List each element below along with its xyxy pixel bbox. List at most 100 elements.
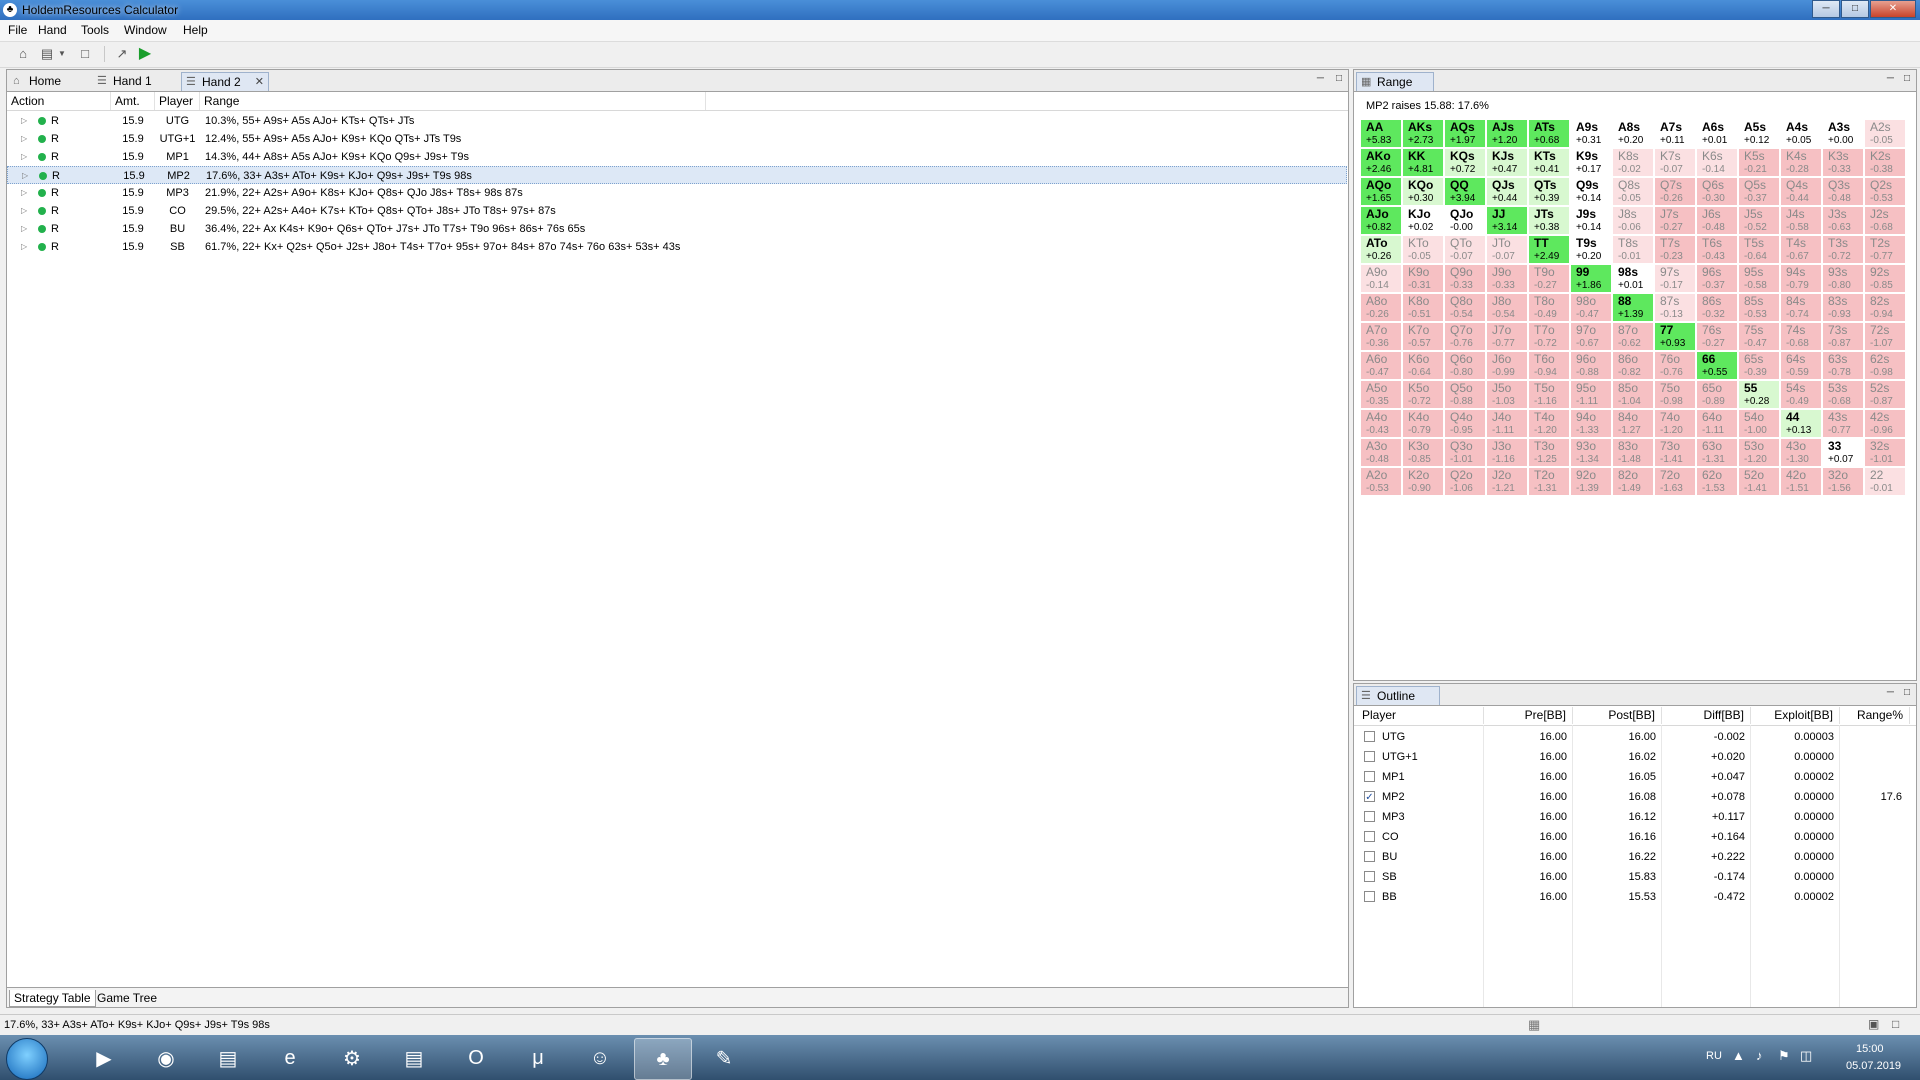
hand-cell[interactable]: 73s -0.87: [1822, 322, 1864, 351]
hand-cell[interactable]: K6o -0.64: [1402, 351, 1444, 380]
hand-cell[interactable]: 96s -0.37: [1696, 264, 1738, 293]
hand-cell[interactable]: 73o -1.41: [1654, 438, 1696, 467]
player-checkbox[interactable]: ✓: [1364, 791, 1375, 803]
player-checkbox[interactable]: [1364, 771, 1375, 782]
tab-game-tree[interactable]: Game Tree: [93, 990, 161, 1006]
hand-cell[interactable]: 88 +1.39: [1612, 293, 1654, 322]
hand-cell[interactable]: KTs +0.41: [1528, 148, 1570, 177]
hand-cell[interactable]: 98o -0.47: [1570, 293, 1612, 322]
hand-cell[interactable]: A5s +0.12: [1738, 119, 1780, 148]
outline-row[interactable]: MP3 16.00 16.12 +0.117 0.00000: [1354, 807, 1914, 827]
hand-cell[interactable]: Q7o -0.76: [1444, 322, 1486, 351]
hand-cell[interactable]: Q2s -0.53: [1864, 177, 1906, 206]
status-maximize-icon[interactable]: □: [1892, 1017, 1899, 1031]
hand-cell[interactable]: 87s -0.13: [1654, 293, 1696, 322]
hand-cell[interactable]: 63o -1.31: [1696, 438, 1738, 467]
hand-cell[interactable]: Q4s -0.44: [1780, 177, 1822, 206]
outline-row[interactable]: UTG+1 16.00 16.02 +0.020 0.00000: [1354, 747, 1914, 767]
hand-cell[interactable]: 65o -0.89: [1696, 380, 1738, 409]
hand-cell[interactable]: 74o -1.20: [1654, 409, 1696, 438]
hand-cell[interactable]: T9s +0.20: [1570, 235, 1612, 264]
hand-cell[interactable]: 97o -0.67: [1570, 322, 1612, 351]
hand-cell[interactable]: 55 +0.28: [1738, 380, 1780, 409]
hand-cell[interactable]: 82o -1.49: [1612, 467, 1654, 496]
hand-cell[interactable]: Q2o -1.06: [1444, 467, 1486, 496]
menu-help[interactable]: Help: [183, 23, 208, 37]
expand-icon[interactable]: ▷: [22, 167, 28, 185]
hand-cell[interactable]: 97s -0.17: [1654, 264, 1696, 293]
col-outline-player[interactable]: Player: [1360, 707, 1484, 724]
hand-cell[interactable]: 42s -0.96: [1864, 409, 1906, 438]
clock-time[interactable]: 15:00: [1856, 1043, 1884, 1055]
hand-cell[interactable]: K6s -0.14: [1696, 148, 1738, 177]
hand-cell[interactable]: J4s -0.58: [1780, 206, 1822, 235]
tab-range[interactable]: ▦ Range: [1356, 72, 1434, 91]
hand-cell[interactable]: Q8o -0.54: [1444, 293, 1486, 322]
hand-cell[interactable]: J9o -0.33: [1486, 264, 1528, 293]
hand-cell[interactable]: J6o -0.99: [1486, 351, 1528, 380]
hand-cell[interactable]: ATo +0.26: [1360, 235, 1402, 264]
hand-cell[interactable]: A2o -0.53: [1360, 467, 1402, 496]
hand-cell[interactable]: K7s -0.07: [1654, 148, 1696, 177]
taskbar-app-button[interactable]: μ: [510, 1038, 566, 1078]
hand-cell[interactable]: Q3o -1.01: [1444, 438, 1486, 467]
hand-cell[interactable]: K2o -0.90: [1402, 467, 1444, 496]
hand-cell[interactable]: Q5o -0.88: [1444, 380, 1486, 409]
close-button[interactable]: ✕: [1870, 0, 1916, 18]
menu-window[interactable]: Window: [124, 23, 167, 37]
hand-cell[interactable]: T2s -0.77: [1864, 235, 1906, 264]
outline-row[interactable]: ✓ MP2 16.00 16.08 +0.078 0.00000 17.6: [1354, 787, 1914, 807]
hand-cell[interactable]: 33 +0.07: [1822, 438, 1864, 467]
player-checkbox[interactable]: [1364, 731, 1375, 742]
hand-cell[interactable]: Q5s -0.37: [1738, 177, 1780, 206]
hand-cell[interactable]: K8o -0.51: [1402, 293, 1444, 322]
outline-row[interactable]: MP1 16.00 16.05 +0.047 0.00002: [1354, 767, 1914, 787]
table-row[interactable]: ▷ R 15.9 BU 36.4%, 22+ Ax K4s+ K9o+ Q6s+ QTo…: [7, 220, 1347, 238]
hand-cell[interactable]: KK +4.81: [1402, 148, 1444, 177]
taskbar-app-button[interactable]: e: [262, 1038, 318, 1078]
status-lock-icon[interactable]: ▦: [1528, 1017, 1540, 1033]
maximize-button[interactable]: □: [1841, 0, 1869, 18]
table-row[interactable]: ▷ R 15.9 UTG+1 12.4%, 55+ A9s+ A5s AJo+ K9s+…: [7, 130, 1347, 148]
new-hand-icon[interactable]: ▤: [38, 45, 56, 63]
col-action[interactable]: Action: [7, 92, 111, 110]
hand-cell[interactable]: QJo -0.00: [1444, 206, 1486, 235]
panel-maximize-icon[interactable]: □: [1904, 73, 1910, 84]
hand-cell[interactable]: A3s +0.00: [1822, 119, 1864, 148]
hand-cell[interactable]: QTs +0.39: [1528, 177, 1570, 206]
col-pre[interactable]: Pre[BB]: [1484, 707, 1573, 724]
taskbar-app-button[interactable]: ▤: [386, 1038, 442, 1078]
expand-icon[interactable]: ▷: [21, 202, 27, 220]
player-checkbox[interactable]: [1364, 831, 1375, 842]
hand-cell[interactable]: J6s -0.48: [1696, 206, 1738, 235]
expand-icon[interactable]: ▷: [21, 238, 27, 256]
player-checkbox[interactable]: [1364, 871, 1375, 882]
hand-cell[interactable]: J8s -0.06: [1612, 206, 1654, 235]
tab-home[interactable]: ⌂ Home: [9, 72, 93, 90]
hand-cell[interactable]: 86s -0.32: [1696, 293, 1738, 322]
hand-cell[interactable]: Q6o -0.80: [1444, 351, 1486, 380]
hand-cell[interactable]: 52s -0.87: [1864, 380, 1906, 409]
clock-date[interactable]: 05.07.2019: [1846, 1060, 1901, 1072]
hand-cell[interactable]: K9o -0.31: [1402, 264, 1444, 293]
hand-cell[interactable]: KQs +0.72: [1444, 148, 1486, 177]
expand-icon[interactable]: ▷: [21, 184, 27, 202]
hand-cell[interactable]: A9s +0.31: [1570, 119, 1612, 148]
taskbar-app-button[interactable]: ◉: [138, 1038, 194, 1078]
hand-cell[interactable]: 63s -0.78: [1822, 351, 1864, 380]
hand-cell[interactable]: K9s +0.17: [1570, 148, 1612, 177]
home-toolbar-icon[interactable]: ⌂: [14, 45, 32, 63]
start-button[interactable]: [6, 1038, 48, 1080]
hand-cell[interactable]: J7s -0.27: [1654, 206, 1696, 235]
tab-outline[interactable]: ☰ Outline: [1356, 686, 1440, 705]
hand-cell[interactable]: 75s -0.47: [1738, 322, 1780, 351]
hand-cell[interactable]: 43o -1.30: [1780, 438, 1822, 467]
hand-cell[interactable]: 52o -1.41: [1738, 467, 1780, 496]
hand-cell[interactable]: T5s -0.64: [1738, 235, 1780, 264]
hand-cell[interactable]: K2s -0.38: [1864, 148, 1906, 177]
panel-maximize-icon[interactable]: □: [1336, 73, 1342, 84]
panel-minimize-icon[interactable]: ─: [1317, 73, 1324, 84]
status-restore-icon[interactable]: ▣: [1868, 1017, 1879, 1031]
player-checkbox[interactable]: [1364, 891, 1375, 902]
hand-cell[interactable]: 54s -0.49: [1780, 380, 1822, 409]
